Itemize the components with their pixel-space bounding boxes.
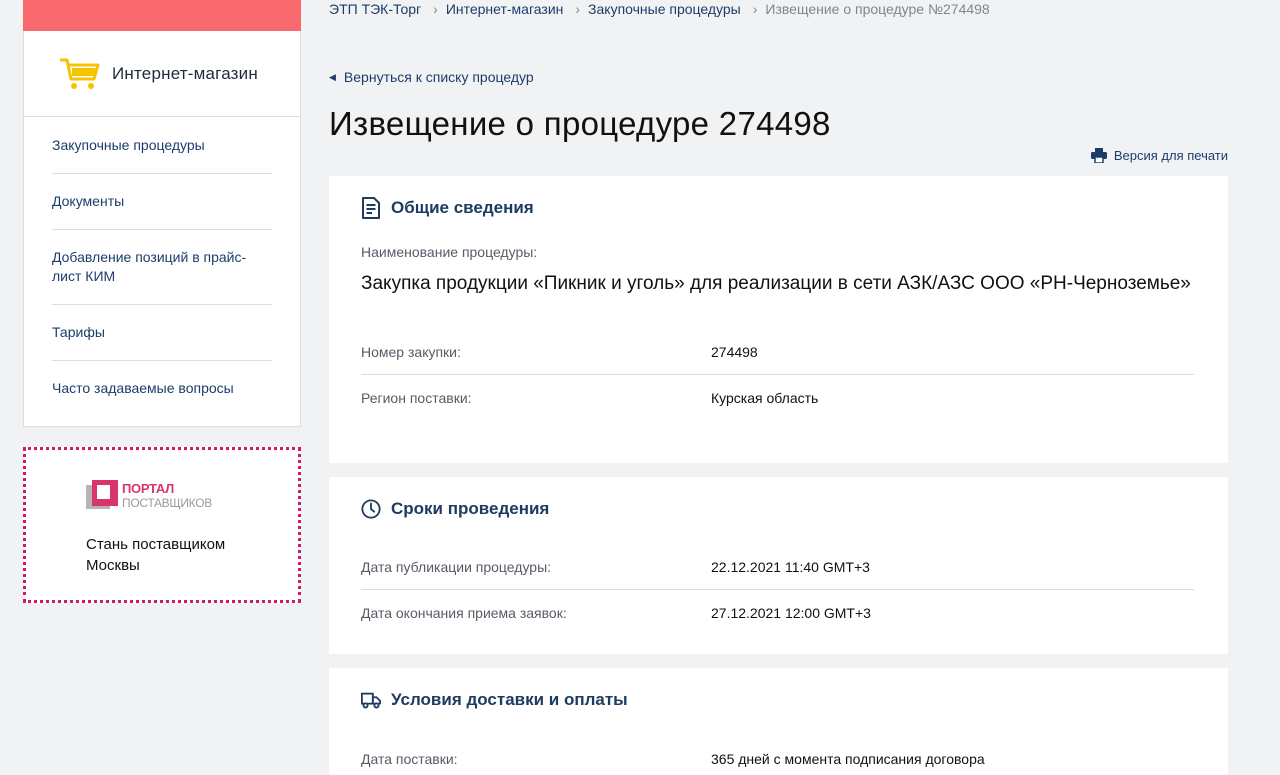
- general-info-rows: Номер закупки: 274498 Регион поставки: К…: [361, 330, 1194, 420]
- page-title: Извещение о процедуре 274498: [329, 105, 831, 142]
- shop-logo-text: Интернет-магазин: [112, 63, 258, 83]
- purchase-number-label: Номер закупки:: [361, 344, 461, 360]
- delivery-rows: Дата поставки: 365 дней с момента подпис…: [361, 736, 1194, 775]
- breadcrumb-separator: ›: [752, 1, 758, 17]
- terms-title: Сроки проведения: [391, 499, 550, 518]
- terms-rows: Дата публикации процедуры: 22.12.2021 11…: [361, 545, 1194, 635]
- info-row: Дата окончания приема заявок: 27.12.2021…: [361, 590, 1194, 635]
- purchase-number-value: 274498: [711, 344, 758, 360]
- info-row: Дата поставки: 365 дней с момента подпис…: [361, 736, 1194, 775]
- terms-card: Сроки проведения Дата публикации процеду…: [329, 477, 1228, 654]
- sidebar-item-procedures[interactable]: Закупочные процедуры: [52, 117, 272, 174]
- procedure-name-value: Закупка продукции «Пикник и уголь» для р…: [361, 273, 1191, 294]
- portal-title: ПОРТАЛ: [122, 481, 174, 496]
- breadcrumb-item-shop[interactable]: Интернет-магазин: [446, 1, 564, 17]
- printer-icon: [1090, 148, 1107, 163]
- delivery-card: Условия доставки и оплаты Дата поставки:…: [329, 668, 1228, 775]
- general-info-title: Общие сведения: [391, 198, 534, 217]
- publication-date-value: 22.12.2021 11:40 GMT+3: [711, 559, 870, 575]
- application-deadline-label: Дата окончания приема заявок:: [361, 604, 567, 621]
- portal-logo-icon: [86, 480, 118, 509]
- arrow-left-icon: ◀: [329, 71, 336, 82]
- sidebar-item-faq[interactable]: Часто задаваемые вопросы: [52, 361, 272, 426]
- delivery-region-label: Регион поставки:: [361, 389, 472, 406]
- sidebar-item-add-positions[interactable]: Добавление позиций в прайс-лист КИМ: [52, 230, 272, 305]
- breadcrumb-current: Извещение о процедуре №274498: [765, 1, 990, 17]
- publication-date-label: Дата публикации процедуры:: [361, 559, 552, 575]
- general-info-card: Общие сведения Наименование процедуры: З…: [329, 176, 1228, 463]
- back-to-list-link[interactable]: ◀ Вернуться к списку процедур: [329, 69, 534, 85]
- breadcrumb-item-etp[interactable]: ЭТП ТЭК-Торг: [329, 1, 421, 17]
- delivery-title: Условия доставки и оплаты: [391, 690, 628, 709]
- sidebar: Интернет-магазин Закупочные процедуры До…: [23, 0, 301, 603]
- delivery-region-value: Курская область: [711, 389, 819, 406]
- delivery-date-value: 365 дней с момента подписания договора: [711, 750, 985, 767]
- sidebar-nav: Закупочные процедуры Документы Добавлени…: [24, 117, 300, 426]
- procedure-name-label: Наименование процедуры:: [361, 244, 538, 260]
- supplier-portal-banner[interactable]: ПОРТАЛ ПОСТАВЩИКОВ Стань поставщиком Мос…: [23, 447, 301, 603]
- delivery-date-label: Дата поставки:: [361, 750, 458, 767]
- sidebar-item-documents[interactable]: Документы: [52, 174, 272, 230]
- info-row: Номер закупки: 274498: [361, 330, 1194, 375]
- sidebar-accent-bar: [23, 0, 301, 31]
- supplier-portal-logo: ПОРТАЛ ПОСТАВЩИКОВ: [86, 480, 298, 512]
- print-version-link[interactable]: Версия для печати: [1090, 148, 1228, 163]
- promo-text: Стань поставщиком Москвы: [86, 536, 226, 574]
- info-row: Дата публикации процедуры: 22.12.2021 11…: [361, 545, 1194, 590]
- document-icon: [362, 197, 380, 219]
- shop-logo[interactable]: Интернет-магазин: [24, 31, 300, 117]
- portal-subtitle: ПОСТАВЩИКОВ: [122, 496, 212, 510]
- back-link-label: Вернуться к списку процедур: [343, 69, 534, 85]
- sidebar-item-tariffs[interactable]: Тарифы: [52, 305, 272, 361]
- breadcrumb: ЭТП ТЭК-Торг › Интернет-магазин › Закупочные…: [329, 0, 990, 18]
- info-row: Регион поставки: Курская область: [361, 375, 1194, 420]
- breadcrumb-item-procedures[interactable]: Закупочные процедуры: [588, 1, 741, 17]
- sidebar-panel: Интернет-магазин Закупочные процедуры До…: [23, 31, 301, 427]
- print-link-label: Версия для печати: [1113, 148, 1228, 163]
- breadcrumb-separator: ›: [433, 1, 438, 17]
- shopping-cart-icon: [60, 58, 100, 89]
- breadcrumb-separator: ›: [575, 1, 581, 17]
- application-deadline-value: 27.12.2021 12:00 GMT+3: [711, 604, 871, 621]
- truck-icon: [361, 692, 381, 709]
- clock-icon: [361, 499, 381, 519]
